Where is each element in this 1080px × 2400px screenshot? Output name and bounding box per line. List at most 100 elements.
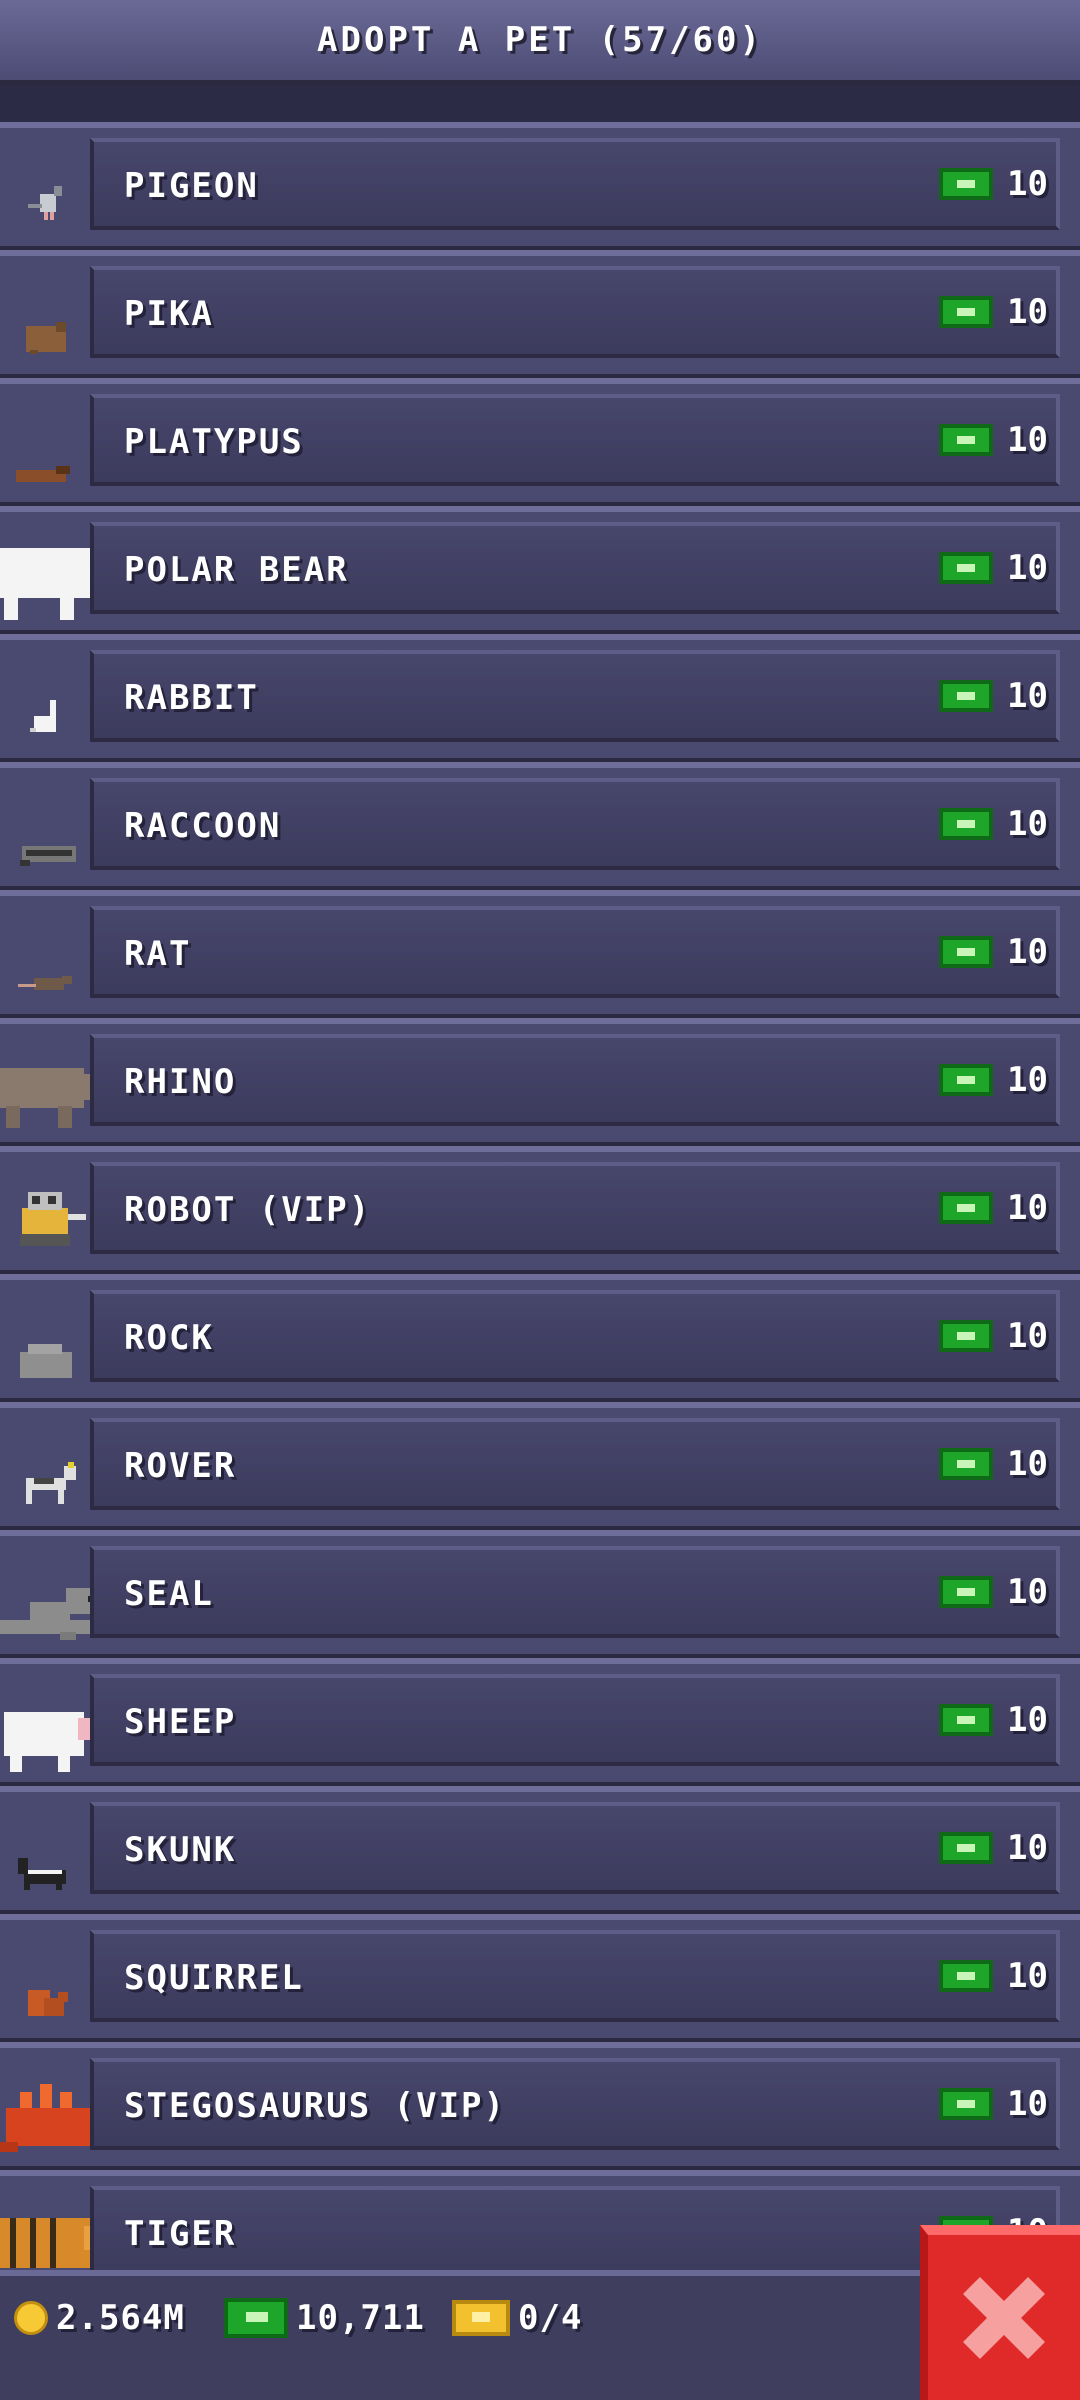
- pet-name: STEGOSAURUS (VIP): [124, 2086, 506, 2126]
- pet-card[interactable]: TIGER 10: [90, 2186, 1060, 2270]
- bux-bill-icon: [939, 2088, 994, 2120]
- pet-price: 10: [939, 292, 1048, 332]
- price-value: 10: [1007, 1956, 1048, 1996]
- bux-value: 10,711: [296, 2298, 425, 2338]
- pet-row[interactable]: SKUNK 10: [0, 1786, 1080, 1914]
- bux-bill-icon: [939, 1448, 994, 1480]
- pet-row[interactable]: ROBOT (VIP) 10: [0, 1146, 1080, 1274]
- pet-name: PIGEON: [124, 166, 259, 206]
- price-value: 10: [1007, 804, 1048, 844]
- bux-bill-icon: [939, 168, 994, 200]
- pet-card[interactable]: SKUNK 10: [90, 1802, 1060, 1894]
- pet-name: RAT: [124, 934, 192, 974]
- pet-card[interactable]: ROCK 10: [90, 1290, 1060, 1382]
- pet-row[interactable]: ROVER 10: [0, 1402, 1080, 1530]
- pet-price: 10: [939, 1700, 1048, 1740]
- pet-card[interactable]: RHINO 10: [90, 1034, 1060, 1126]
- pet-card[interactable]: RAT 10: [90, 906, 1060, 998]
- pet-name: SHEEP: [124, 1702, 237, 1742]
- price-value: 10: [1007, 1188, 1048, 1228]
- pet-card[interactable]: RACCOON 10: [90, 778, 1060, 870]
- pet-name: RHINO: [124, 1062, 237, 1102]
- pet-row[interactable]: PLATYPUS 10: [0, 378, 1080, 506]
- pet-price: 10: [939, 548, 1048, 588]
- pet-row[interactable]: PIGEON 10: [0, 122, 1080, 250]
- bux-bill-icon: [939, 1832, 994, 1864]
- price-value: 10: [1007, 1572, 1048, 1612]
- pet-price: 10: [939, 420, 1048, 460]
- header-bar: ADOPT A PET (57/60): [0, 0, 1080, 86]
- pet-price: 10: [939, 1956, 1048, 1996]
- pet-price: 10: [939, 1060, 1048, 1100]
- bux-display: 10,711: [224, 2298, 425, 2338]
- bux-bill-icon: [939, 1960, 994, 1992]
- bux-bill-icon: [939, 424, 994, 456]
- pet-card[interactable]: RABBIT 10: [90, 650, 1060, 742]
- price-value: 10: [1007, 676, 1048, 716]
- page-title: ADOPT A PET (57/60): [317, 20, 763, 60]
- golden-ticket-icon: [452, 2300, 510, 2336]
- bux-bill-icon: [939, 1192, 994, 1224]
- price-value: 10: [1007, 1828, 1048, 1868]
- currency-bar: 2.564M 10,711 0/4: [0, 2270, 1080, 2400]
- tickets-display: 0/4: [452, 2298, 582, 2338]
- pet-price: 10: [939, 1316, 1048, 1356]
- pet-name: ROVER: [124, 1446, 237, 1486]
- pet-price: 10: [939, 1828, 1048, 1868]
- pet-row[interactable]: RACCOON 10: [0, 762, 1080, 890]
- pet-card[interactable]: POLAR BEAR 10: [90, 522, 1060, 614]
- pet-row[interactable]: SHEEP 10: [0, 1658, 1080, 1786]
- pet-card[interactable]: ROVER 10: [90, 1418, 1060, 1510]
- pet-price: 10: [939, 164, 1048, 204]
- pet-price: 10: [939, 1572, 1048, 1612]
- pet-name: ROBOT (VIP): [124, 1190, 372, 1230]
- close-button[interactable]: [920, 2225, 1080, 2400]
- pet-card[interactable]: SEAL 10: [90, 1546, 1060, 1638]
- pet-row[interactable]: ROCK 10: [0, 1274, 1080, 1402]
- pet-name: PLATYPUS: [124, 422, 304, 462]
- coins-display: 2.564M: [14, 2298, 185, 2338]
- bux-bill-icon: [939, 552, 994, 584]
- pet-card[interactable]: SHEEP 10: [90, 1674, 1060, 1766]
- bux-bill-icon: [939, 936, 994, 968]
- pet-name: SEAL: [124, 1574, 214, 1614]
- pet-card[interactable]: PLATYPUS 10: [90, 394, 1060, 486]
- pet-card[interactable]: SQUIRREL 10: [90, 1930, 1060, 2022]
- pet-name: SKUNK: [124, 1830, 237, 1870]
- pet-row[interactable]: SEAL 10: [0, 1530, 1080, 1658]
- pet-row[interactable]: RAT 10: [0, 890, 1080, 1018]
- pet-row[interactable]: POLAR BEAR 10: [0, 506, 1080, 634]
- bux-bill-icon: [939, 1704, 994, 1736]
- price-value: 10: [1007, 164, 1048, 204]
- pet-row[interactable]: RABBIT 10: [0, 634, 1080, 762]
- pet-row[interactable]: SQUIRREL 10: [0, 1914, 1080, 2042]
- coins-value: 2.564M: [56, 2298, 185, 2338]
- price-value: 10: [1007, 1700, 1048, 1740]
- tickets-value: 0/4: [518, 2298, 583, 2338]
- pet-row[interactable]: RHINO 10: [0, 1018, 1080, 1146]
- bux-bill-icon: [939, 296, 994, 328]
- pet-name: SQUIRREL: [124, 1958, 304, 1998]
- pet-list[interactable]: PIGEON 10 PIKA 10 PLATYPUS 10 POLAR BEAR…: [0, 0, 1080, 2270]
- pet-card[interactable]: PIGEON 10: [90, 138, 1060, 230]
- price-value: 10: [1007, 1060, 1048, 1100]
- price-value: 10: [1007, 292, 1048, 332]
- pet-card[interactable]: ROBOT (VIP) 10: [90, 1162, 1060, 1254]
- pet-name: POLAR BEAR: [124, 550, 349, 590]
- pet-name: TIGER: [124, 2214, 237, 2254]
- pet-card[interactable]: PIKA 10: [90, 266, 1060, 358]
- pet-price: 10: [939, 2084, 1048, 2124]
- price-value: 10: [1007, 932, 1048, 972]
- close-icon: [964, 2278, 1044, 2358]
- pet-row[interactable]: PIKA 10: [0, 250, 1080, 378]
- pet-row[interactable]: STEGOSAURUS (VIP) 10: [0, 2042, 1080, 2170]
- pet-price: 10: [939, 804, 1048, 844]
- price-value: 10: [1007, 1444, 1048, 1484]
- pet-name: RABBIT: [124, 678, 259, 718]
- bux-bill-icon: [224, 2298, 288, 2338]
- bux-bill-icon: [939, 1576, 994, 1608]
- pet-row[interactable]: TIGER 10: [0, 2170, 1080, 2270]
- pet-card[interactable]: STEGOSAURUS (VIP) 10: [90, 2058, 1060, 2150]
- bux-bill-icon: [939, 1320, 994, 1352]
- price-value: 10: [1007, 1316, 1048, 1356]
